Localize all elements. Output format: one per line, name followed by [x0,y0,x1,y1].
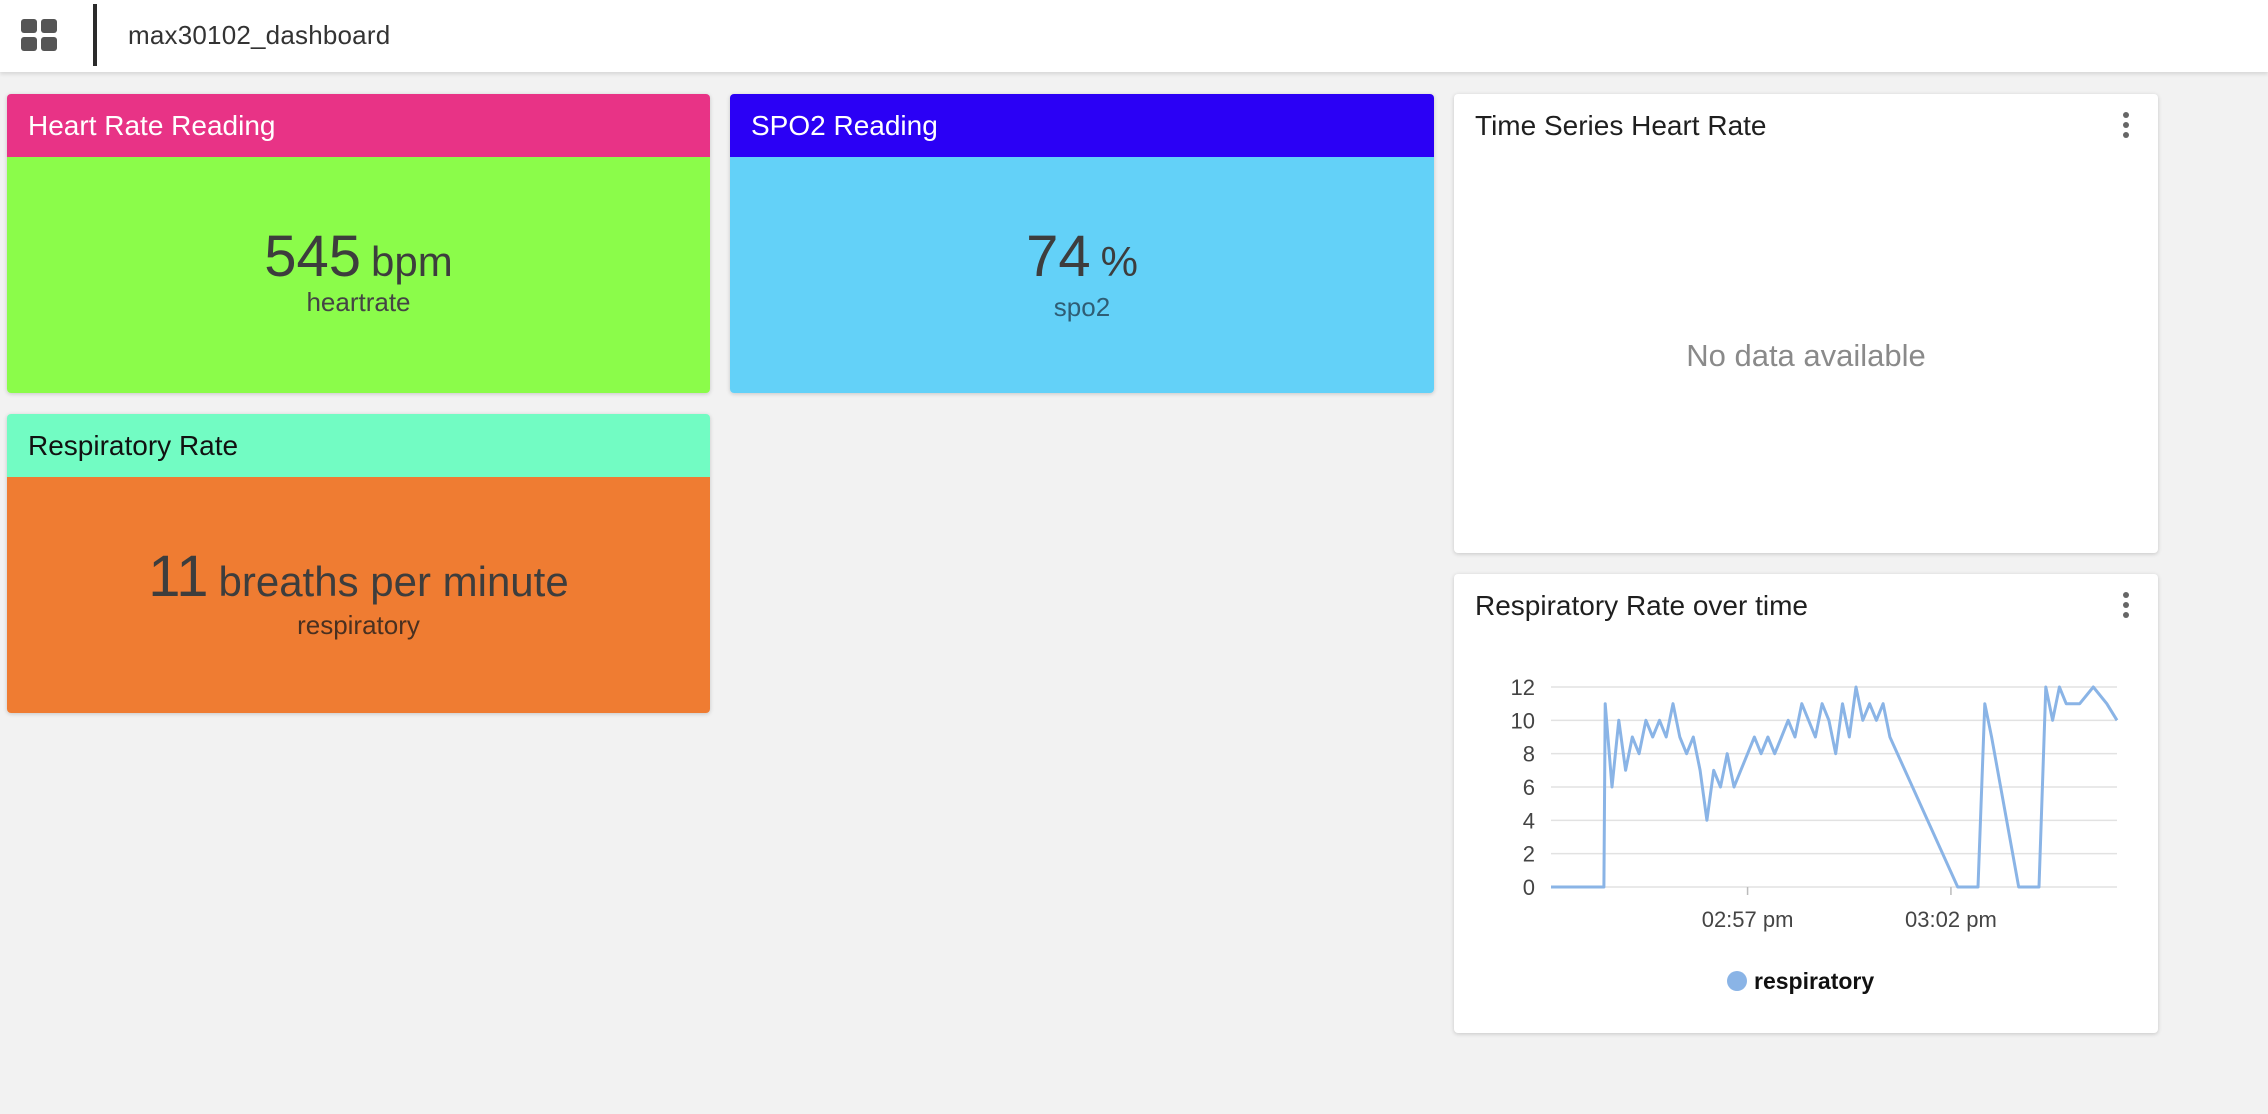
card-header: Heart Rate Reading [7,94,710,157]
heart-rate-value: 545 [264,224,362,289]
top-bar: max30102_dashboard [0,0,2268,72]
legend-label: respiratory [1754,968,1874,994]
panel-title: Time Series Heart Rate [1475,110,1767,141]
legend-marker [1727,971,1747,991]
respiratory-line-chart: 0 2 4 6 8 10 12 02:57 pm 03:02 pm respiratory [1511,675,2119,994]
card-body: 11 breaths per minute respiratory [7,477,710,713]
respiratory-value: 11 [148,544,209,609]
grid-icon[interactable] [18,14,62,58]
card-body: 545 bpm heartrate [7,157,710,393]
spo2-unit: % [1100,238,1138,285]
dashboard-title: max30102_dashboard [128,20,391,50]
card-title: Heart Rate Reading [28,110,276,141]
respiratory-label: respiratory [297,610,420,640]
spo2-label: spo2 [1053,292,1111,322]
respiratory-unit: breaths per minute [218,558,569,605]
no-data-message: No data available [1686,338,1926,373]
time-series-heart-rate-panel: Time Series Heart Rate No data available [1454,94,2158,553]
x-tick-label: 02:57 pm [1702,907,1794,932]
value-line: 545 bpm [7,223,710,290]
heart-rate-label: heartrate [306,287,411,317]
card-body: 74% spo2 [730,157,1434,393]
y-tick-label: 6 [1523,775,1535,800]
x-tick-label: 03:02 pm [1905,907,1997,932]
y-tick-label: 2 [1523,842,1535,867]
x-axis-ticks: 02:57 pm 03:02 pm [1702,887,1997,932]
y-tick-label: 0 [1523,875,1535,900]
y-tick-label: 8 [1523,742,1535,767]
respiratory-rate-card: Respiratory Rate 11 breaths per minute re… [7,414,710,713]
y-tick-label: 4 [1523,808,1535,833]
spo2-value: 74 [1026,224,1091,289]
card-title: SPO2 Reading [751,110,938,141]
respiratory-rate-over-time-panel: Respiratory Rate over time 0 2 4 6 8 10 12 02:… [1454,574,2158,1033]
chart-grid [1551,686,2117,888]
card-header: Respiratory Rate [7,414,710,477]
card-title: Respiratory Rate [28,430,239,461]
topbar-divider [93,4,97,66]
heart-rate-card: Heart Rate Reading 545 bpm heartrate [7,94,710,393]
y-tick-label: 12 [1511,675,1535,700]
chart-legend[interactable]: respiratory [1727,968,1874,994]
value-line: 11 breaths per minute [7,543,710,610]
y-axis-ticks: 0 2 4 6 8 10 12 [1511,675,1535,900]
spo2-card: SPO2 Reading 74% spo2 [730,94,1434,393]
kebab-menu-icon[interactable] [2116,110,2136,140]
card-header: SPO2 Reading [730,94,1434,157]
value-line: 74% [730,223,1434,290]
y-tick-label: 10 [1511,708,1535,733]
heart-rate-unit: bpm [371,238,453,285]
